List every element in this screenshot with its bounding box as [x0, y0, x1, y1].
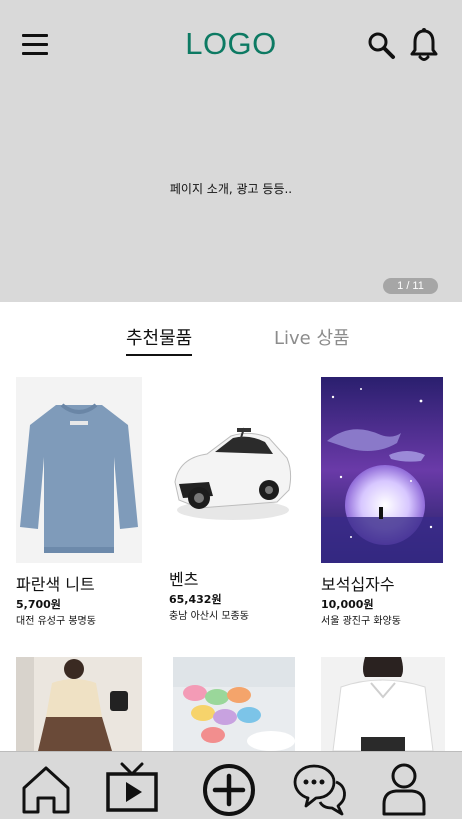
- search-icon[interactable]: [366, 29, 396, 61]
- product-price: 65,432원: [169, 593, 222, 606]
- add-circle-icon[interactable]: [201, 760, 257, 816]
- product-price: 5,700원: [16, 598, 61, 611]
- product-location: 서울 광진구 화양동: [321, 616, 401, 627]
- product-card[interactable]: 벤츠 65,432원 충남 아산시 모종동: [169, 372, 297, 622]
- product-card[interactable]: [173, 657, 301, 751]
- product-price: 10,000원: [321, 598, 374, 611]
- chat-icon[interactable]: [292, 760, 348, 816]
- product-location: 충남 아산시 모종동: [169, 611, 249, 622]
- product-card[interactable]: 파란색 니트 5,700원 대전 유성구 봉명동: [16, 377, 144, 627]
- product-image-macarons[interactable]: [173, 657, 295, 751]
- live-tv-icon[interactable]: [104, 760, 160, 816]
- product-card[interactable]: [16, 657, 144, 751]
- product-name: 파란색 니트: [16, 575, 95, 594]
- product-image-toy-car[interactable]: [169, 372, 295, 563]
- hero-banner[interactable]: LOGO 페이지 소개, 광고 등등.. 1 / 11: [0, 0, 462, 302]
- product-image-cross-stitch[interactable]: [321, 377, 443, 563]
- tab-live-products[interactable]: Live 상품: [274, 324, 350, 350]
- bottom-tab-bar: [0, 751, 462, 819]
- product-image-sweater[interactable]: [16, 377, 142, 563]
- product-name: 보석십자수: [321, 575, 395, 594]
- product-card[interactable]: 보석십자수 10,000원 서울 광진구 화양동: [321, 377, 449, 627]
- tab-recommended[interactable]: 추천물품: [126, 324, 193, 356]
- product-image-shirt[interactable]: [321, 657, 445, 751]
- bell-icon[interactable]: [408, 27, 440, 63]
- home-icon[interactable]: [18, 760, 74, 816]
- banner-pager: 1 / 11: [383, 278, 438, 294]
- product-image-fashion[interactable]: [16, 657, 142, 751]
- category-tabs: 추천물품 Live 상품: [0, 318, 462, 358]
- product-location: 대전 유성구 봉명동: [16, 616, 96, 627]
- banner-text: 페이지 소개, 광고 등등..: [169, 182, 293, 196]
- product-card[interactable]: [321, 657, 449, 751]
- profile-icon[interactable]: [376, 760, 432, 816]
- product-name: 벤츠: [169, 570, 199, 589]
